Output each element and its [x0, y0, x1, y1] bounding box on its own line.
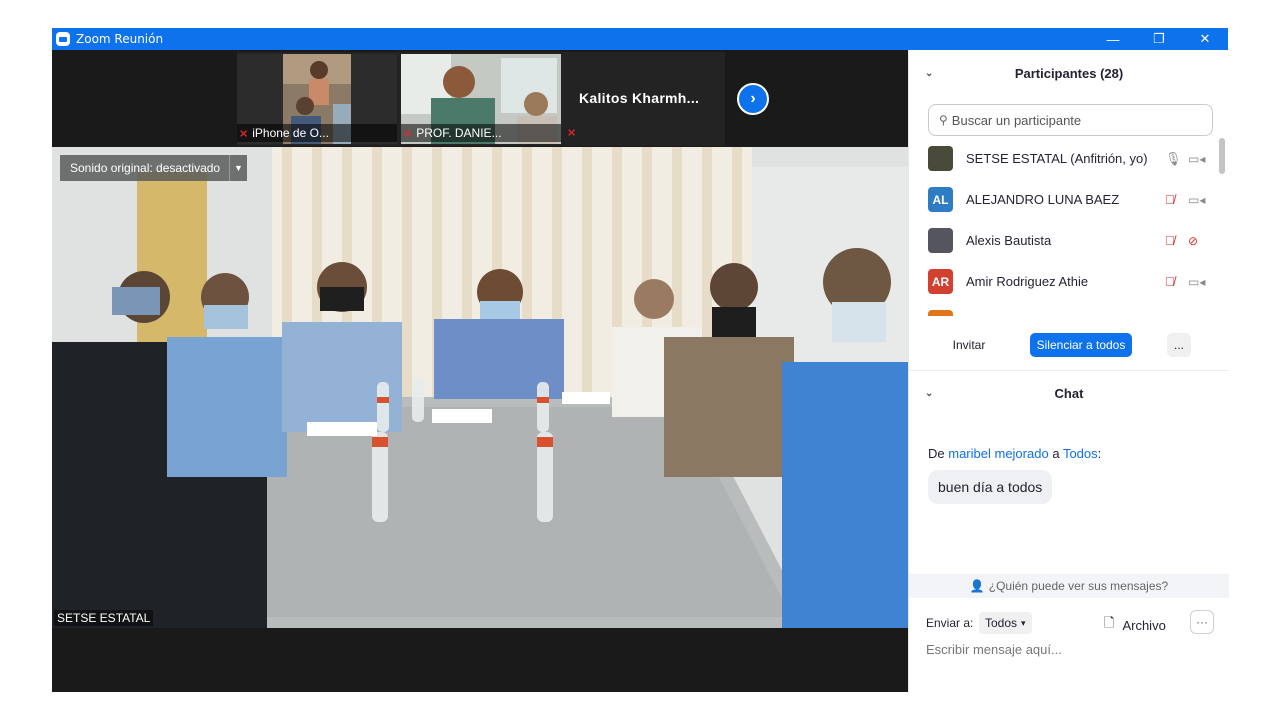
participant-name: Amir Rodriguez Athie	[966, 274, 1089, 289]
message-sender[interactable]: maribel mejorado	[948, 446, 1048, 461]
video-camera-icon[interactable]: ▭◂	[1188, 275, 1205, 289]
participant-row[interactable]: AL ALEJANDRO LUNA BAEZ 🎙̸ ▭◂	[909, 179, 1221, 220]
minimize-button[interactable]: —	[1090, 28, 1136, 50]
participant-name: Alexis Bautista	[966, 233, 1052, 248]
chevron-down-icon: ⌄	[925, 67, 934, 79]
message-recipient[interactable]: Todos	[1063, 446, 1098, 461]
send-to-select[interactable]: Todos ▾	[979, 612, 1032, 634]
to-word: a	[1052, 446, 1060, 461]
participant-row[interactable]: AR Amir Rodriguez Athie 🎙̸ ▭◂	[909, 261, 1221, 302]
chat-more-button[interactable]: ···	[1190, 610, 1214, 634]
avatar	[928, 146, 953, 171]
from-prefix: De	[928, 446, 945, 461]
next-page-button[interactable]: ›	[737, 83, 769, 115]
video-off-icon[interactable]: ⊘	[1188, 234, 1198, 248]
participants-title: Participantes (28)	[1014, 65, 1124, 81]
avatar: AR	[928, 269, 953, 294]
avatar	[928, 228, 953, 253]
participant-row[interactable]: Alexis Bautista 🎙̸ ⊘	[909, 220, 1221, 261]
invite-button[interactable]: Invitar	[946, 333, 992, 357]
main-video: Sonido original: desactivado ▼ SETSE EST…	[52, 147, 908, 628]
thumbnail-iphone[interactable]: ⨯ iPhone de O...	[237, 54, 397, 144]
mic-muted-icon: ⨯	[403, 127, 413, 140]
who-can-see-text: ¿Quién puede ver sus mensajes?	[988, 579, 1169, 593]
send-to-row: Enviar a: Todos ▾ 🗋 Archivo ···	[909, 610, 1229, 636]
mute-all-button[interactable]: Silenciar a todos	[1030, 333, 1132, 357]
participant-row[interactable]: 🎙̸ ▭◂	[909, 302, 1221, 316]
mic-muted-icon: ⨯	[239, 127, 249, 140]
person-icon: 👤	[969, 579, 985, 593]
original-sound-toggle[interactable]: Sonido original: desactivado	[60, 155, 231, 181]
restore-button[interactable]: ❐	[1136, 28, 1182, 50]
chat-message-input[interactable]: Escribir mensaje aquí...	[926, 642, 1062, 657]
original-sound-dropdown[interactable]: ▼	[229, 155, 247, 181]
zoom-app-icon	[56, 32, 70, 46]
who-can-see-messages[interactable]: 👤 ¿Quién puede ver sus mensajes?	[909, 574, 1229, 598]
chevron-down-icon: ⌄	[925, 387, 934, 399]
thumbnail-label: ⨯ iPhone de O...	[237, 124, 397, 142]
video-camera-icon[interactable]: ▭◂	[1188, 152, 1205, 166]
thumbnail-name: PROF. DANIE...	[416, 126, 502, 140]
participants-header[interactable]: ⌄ Participantes (28)	[909, 62, 1229, 84]
send-to-label: Enviar a:	[926, 616, 974, 630]
chat-message-meta: De maribel mejorado a Todos:	[928, 446, 1101, 461]
search-icon: ⚲	[939, 113, 948, 127]
participant-list-scrollbar[interactable]	[1219, 138, 1225, 174]
avatar	[928, 310, 953, 316]
mic-muted-icon[interactable]: 🎙̸	[1165, 233, 1175, 248]
mic-muted-icon: ⨯	[567, 127, 577, 139]
zoom-window: Zoom Reunión — ❐ ✕ ⨯ iPhone de O... ⨯ PR…	[52, 28, 1229, 692]
thumbnail-label: ⨯ PROF. DANIE...	[401, 124, 561, 142]
chevron-down-icon: ▾	[1021, 617, 1026, 628]
mic-muted-icon[interactable]: 🎙̸	[1165, 192, 1175, 207]
mic-muted-icon[interactable]: 🎙̸	[1165, 315, 1175, 316]
meeting-room-video	[52, 147, 908, 628]
chevron-right-icon: ›	[750, 90, 756, 107]
file-label: Archivo	[1122, 617, 1166, 633]
chat-header[interactable]: ⌄ Chat	[909, 382, 1229, 404]
chat-message-bubble: buen día a todos	[928, 470, 1053, 504]
colon: :	[1097, 446, 1102, 461]
microphone-icon[interactable]: 🎙	[1165, 151, 1182, 167]
search-placeholder: Buscar un participante	[951, 112, 1082, 128]
gallery-strip: ⨯ iPhone de O... ⨯ PROF. DANIE... ⨯ Kali…	[237, 52, 769, 146]
close-button[interactable]: ✕	[1182, 28, 1228, 50]
video-area: ⨯ iPhone de O... ⨯ PROF. DANIE... ⨯ Kali…	[52, 50, 908, 692]
thumbnail-prof[interactable]: ⨯ PROF. DANIE...	[401, 54, 561, 144]
window-title: Zoom Reunión	[76, 32, 164, 46]
participant-row[interactable]: SETSE ESTATAL (Anfitrión, yo) 🎙 ▭◂	[909, 138, 1221, 179]
side-panel: ⌄ Participantes (28) ⚲ Buscar un partici…	[908, 50, 1229, 692]
video-camera-icon[interactable]: ▭◂	[1188, 193, 1205, 207]
chat-title: Chat	[1054, 385, 1084, 401]
participant-name: SETSE ESTATAL (Anfitrión, yo)	[966, 151, 1148, 166]
avatar: AL	[928, 187, 953, 212]
participant-name: ALEJANDRO LUNA BAEZ	[966, 192, 1120, 207]
thumbnail-name: iPhone de O...	[252, 126, 329, 140]
send-to-value: Todos	[985, 616, 1018, 630]
participants-more-button[interactable]: ...	[1167, 333, 1191, 357]
participant-search-input[interactable]: ⚲ Buscar un participante	[928, 104, 1213, 136]
caret-down-icon: ▼	[234, 163, 243, 173]
participant-list: SETSE ESTATAL (Anfitrión, yo) 🎙 ▭◂ AL ALEJAN…	[909, 138, 1221, 316]
file-icon: 🗋	[1104, 615, 1115, 630]
speaker-name-tag: SETSE ESTATAL	[54, 610, 154, 626]
divider	[909, 370, 1229, 371]
title-bar: Zoom Reunión — ❐ ✕	[52, 28, 1228, 50]
file-button[interactable]: 🗋 Archivo	[1104, 614, 1166, 636]
participant-name-tile[interactable]: Kalitos Kharmh...	[579, 90, 699, 106]
video-camera-icon[interactable]: ▭◂	[1188, 316, 1205, 317]
mic-muted-icon[interactable]: 🎙̸	[1165, 274, 1175, 289]
